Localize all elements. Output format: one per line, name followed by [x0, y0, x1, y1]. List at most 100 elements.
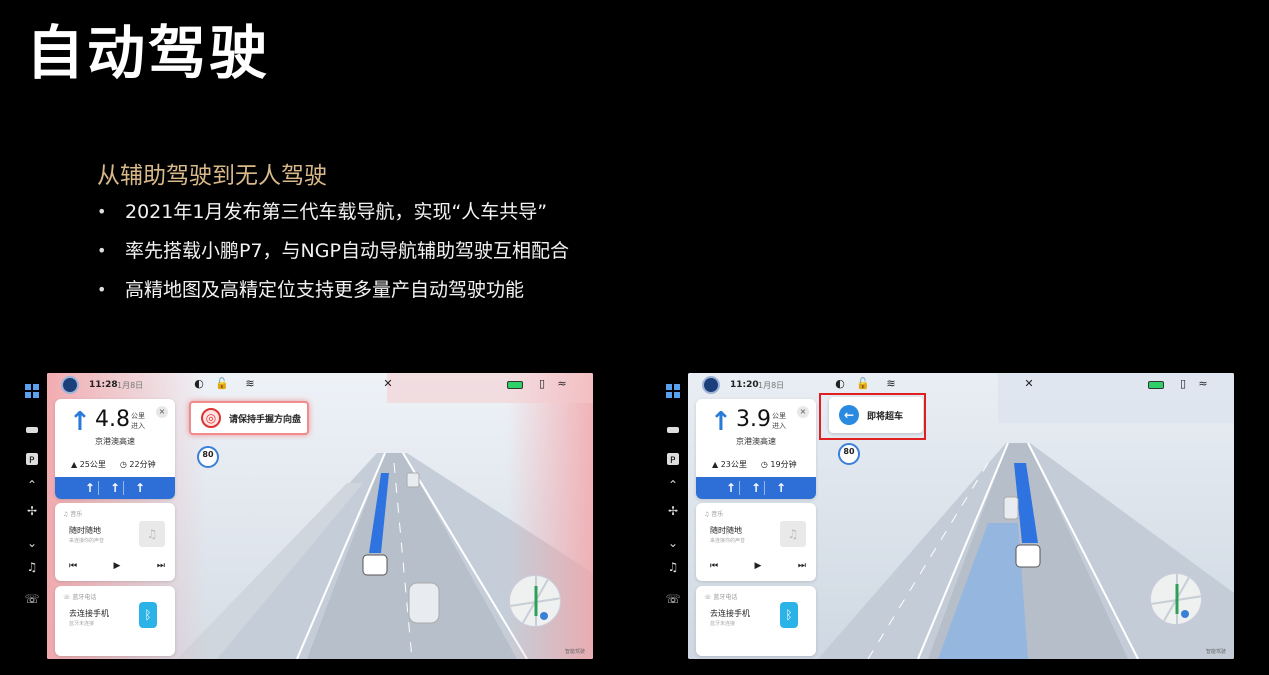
parking-icon[interactable]: P — [663, 450, 683, 468]
bullet-dot: • — [97, 241, 107, 260]
phone-header: ☏ 蓝牙电话 — [63, 594, 97, 601]
chevron-up-icon[interactable]: ⌃ — [663, 476, 683, 494]
parking-icon[interactable]: P — [22, 450, 42, 468]
play-button[interactable]: ▶ — [114, 561, 121, 571]
bluetooth-icon[interactable]: ᛒ — [139, 602, 157, 628]
next-track-button[interactable]: ⏭ — [157, 561, 165, 571]
avatar[interactable] — [702, 376, 720, 394]
xpeng-logo-icon: ✕ — [383, 377, 393, 390]
music-card[interactable]: ♫ 音乐 随时随地 来连接你的声音 ♫ ⏮ ▶ ⏭ — [696, 503, 816, 581]
distance-unit: 公里 进入 — [131, 411, 151, 431]
next-turn-distance: 4.8 — [95, 407, 130, 432]
clock-date: 1月8日 — [117, 381, 144, 390]
lane-arrow: ↑ — [107, 481, 125, 495]
bullet-dot: • — [97, 202, 107, 221]
close-button[interactable]: × — [156, 406, 168, 418]
svg-text:P: P — [29, 456, 35, 465]
status-bar: 11:20 1月8日 ◐ 🔓 ≋ ✕ ▯ ≈ — [688, 373, 1234, 395]
bluetooth-phone-card[interactable]: ☏ 蓝牙电话 去连接手机 蓝牙未连接 ᛒ — [55, 586, 175, 656]
bullet-text: 2021年1月发布第三代车载导航，实现“人车共导” — [125, 201, 548, 223]
driver-mode-icon[interactable]: ◐ — [833, 377, 847, 391]
chevron-down-icon[interactable]: ⌄ — [22, 534, 42, 552]
navigation-card[interactable]: ↑ 4.8 公里 进入 × 京港澳高速 ▲ 25公里 ◷ 22分钟 ↑ ↑ ↑ — [55, 399, 175, 499]
phone-header: ☏ 蓝牙电话 — [704, 594, 738, 601]
minimap[interactable] — [509, 575, 561, 627]
speed-limit-sign: 80 — [838, 443, 860, 465]
phone-status-icon: ▯ — [1179, 377, 1187, 390]
unit-label: 公里 — [131, 412, 145, 420]
straight-arrow-icon: ↑ — [69, 407, 91, 437]
remaining-distance-value: 23公里 — [720, 460, 747, 469]
previous-track-button[interactable]: ⏮ — [69, 561, 77, 571]
bluetooth-phone-card[interactable]: ☏ 蓝牙电话 去连接手机 蓝牙未连接 ᛒ — [696, 586, 816, 656]
media-controls: ⏮ ▶ ⏭ — [710, 561, 806, 571]
phone-status-icon: ▯ — [538, 377, 546, 390]
overtake-alert: ← 即将超车 — [829, 397, 923, 433]
avatar[interactable] — [61, 376, 79, 394]
alert-text: 请保持手握方向盘 — [229, 414, 302, 425]
unit-label: 公里 — [772, 412, 786, 420]
phone-header-label: 蓝牙电话 — [72, 594, 97, 601]
speed-limit-value: 80 — [202, 450, 214, 459]
defrost-icon[interactable]: ≋ — [884, 377, 898, 391]
wifi-icon: ≈ — [557, 377, 567, 390]
play-button[interactable]: ▶ — [755, 561, 762, 571]
music-header-label: 音乐 — [70, 511, 83, 518]
close-button[interactable]: × — [797, 406, 809, 418]
chevron-up-icon[interactable]: ⌃ — [22, 476, 42, 494]
remaining-time-value: 19分钟 — [770, 460, 797, 469]
next-turn-distance: 3.9 — [736, 407, 771, 432]
remaining-time-value: 22分钟 — [129, 460, 156, 469]
car-screen-overtake-notice: 11:20 1月8日 ◐ 🔓 ≋ ✕ ▯ ≈ ↑ 3.9 公里 进入 × 京港澳高… — [688, 373, 1234, 659]
unit-action: 进入 — [772, 422, 786, 430]
navigation-card[interactable]: ↑ 3.9 公里 进入 × 京港澳高速 ▲ 23公里 ◷ 19分钟 ↑ ↑ ↑ — [696, 399, 816, 499]
clock-time: 11:28 — [89, 380, 118, 390]
remaining-distance: ▲ 23公里 — [712, 460, 747, 469]
bluetooth-status: 蓝牙未连接 — [710, 621, 736, 627]
apps-grid-icon[interactable] — [663, 382, 683, 400]
unlock-icon[interactable]: 🔓 — [856, 377, 870, 391]
media-controls: ⏮ ▶ ⏭ — [69, 561, 165, 571]
music-icon[interactable]: ♫ — [663, 558, 683, 576]
music-card[interactable]: ♫ 音乐 随时随地 来连接你的声音 ♫ ⏮ ▶ ⏭ — [55, 503, 175, 581]
lane-arrow: ↑ — [82, 481, 99, 495]
phone-icon[interactable]: ☏ — [663, 590, 683, 608]
car-icon[interactable] — [22, 420, 42, 438]
bullet-dot: • — [97, 280, 107, 299]
apps-grid-icon[interactable] — [22, 382, 42, 400]
remaining-distance: ▲ 25公里 — [71, 460, 106, 469]
unlock-icon[interactable]: 🔓 — [215, 377, 229, 391]
minimap[interactable] — [1150, 573, 1202, 625]
remaining-time: ◷ 22分钟 — [119, 460, 156, 469]
phone-icon[interactable]: ☏ — [22, 590, 42, 608]
lane-arrow: ↑ — [776, 481, 787, 495]
song-subtitle: 来连接你的声音 — [710, 538, 746, 544]
next-track-button[interactable]: ⏭ — [798, 561, 806, 571]
chevron-down-icon[interactable]: ⌄ — [663, 534, 683, 552]
road-name: 京港澳高速 — [95, 437, 135, 446]
car-icon[interactable] — [663, 420, 683, 438]
previous-track-button[interactable]: ⏮ — [710, 561, 718, 571]
connect-phone-text: 去连接手机 — [710, 609, 750, 618]
straight-arrow-icon: ↑ — [710, 407, 732, 437]
lane-arrow: ↑ — [723, 481, 740, 495]
clock-time: 11:20 — [730, 380, 759, 390]
trip-stats: ▲ 25公里 ◷ 22分钟 — [71, 459, 156, 470]
music-icon[interactable]: ♫ — [22, 558, 42, 576]
bullet-item: • 高精地图及高精定位支持更多量产自动驾驶功能 — [97, 275, 569, 314]
fan-icon[interactable]: ✢ — [22, 502, 42, 520]
trip-stats: ▲ 23公里 ◷ 19分钟 — [712, 459, 797, 470]
remaining-time: ◷ 19分钟 — [760, 460, 797, 469]
music-header: ♫ 音乐 — [704, 511, 724, 518]
connect-phone-text: 去连接手机 — [69, 609, 109, 618]
lane-guidance: ↑ ↑ ↑ — [55, 477, 175, 499]
bullet-list: • 2021年1月发布第三代车载导航，实现“人车共导” • 率先搭载小鹏P7，与NG… — [97, 197, 569, 314]
bluetooth-icon[interactable]: ᛒ — [780, 602, 798, 628]
album-art-icon: ♫ — [139, 521, 165, 547]
remaining-distance-value: 25公里 — [79, 460, 106, 469]
clock-date: 1月8日 — [758, 381, 785, 390]
fan-icon[interactable]: ✢ — [663, 502, 683, 520]
driver-mode-icon[interactable]: ◐ — [192, 377, 206, 391]
status-bar: 11:28 1月8日 ◐ 🔓 ≋ ✕ ▯ ≈ — [47, 373, 593, 395]
defrost-icon[interactable]: ≋ — [243, 377, 257, 391]
